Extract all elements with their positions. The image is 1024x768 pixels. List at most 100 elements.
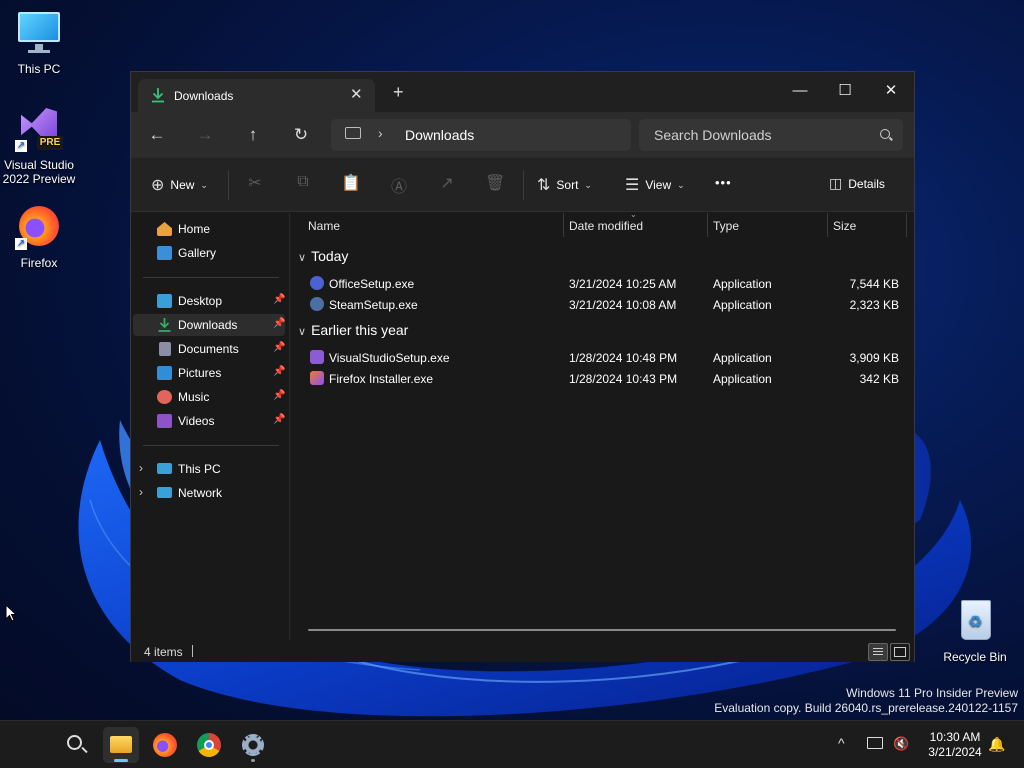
desktop-icon-visual-studio[interactable]: PRE ↗ Visual Studio 2022 Preview <box>0 106 78 186</box>
maximize-button[interactable]: ☐ <box>822 77 868 105</box>
clock[interactable]: 10:30 AM 3/21/2024 <box>918 730 992 760</box>
file-type: Application <box>713 372 772 386</box>
details-view-button[interactable] <box>868 643 888 661</box>
column-header-type[interactable]: Type <box>713 219 739 233</box>
copy-icon[interactable]: ⧉ <box>293 173 313 191</box>
group-label: Today <box>311 248 349 264</box>
more-options-button[interactable]: ••• <box>715 175 732 190</box>
view-button[interactable]: ☰ View ⌄ <box>625 175 685 195</box>
desktop-icon-recycle-bin[interactable]: ♻ Recycle Bin <box>936 598 1014 664</box>
running-indicator <box>251 759 255 762</box>
minimize-button[interactable]: — <box>777 77 823 105</box>
column-header-name[interactable]: Name <box>308 219 340 233</box>
sidebar-item-documents[interactable]: Documents 📌 <box>133 338 285 360</box>
music-icon <box>157 390 172 404</box>
pin-icon[interactable]: 📌 <box>273 294 285 305</box>
pin-icon[interactable]: 📌 <box>273 414 285 425</box>
sidebar-item-this-pc[interactable]: › This PC <box>133 458 285 480</box>
file-name: VisualStudioSetup.exe <box>329 351 450 365</box>
new-button[interactable]: ⊕ New ⌄ <box>151 175 208 195</box>
download-icon <box>150 87 166 103</box>
recycle-bin-icon: ♻ <box>951 598 999 646</box>
sort-button[interactable]: ⇅ Sort ⌄ <box>537 175 592 195</box>
sidebar-item-videos[interactable]: Videos 📌 <box>133 410 285 432</box>
sidebar-item-downloads[interactable]: Downloads 📌 <box>133 314 285 336</box>
sidebar-item-desktop[interactable]: Desktop 📌 <box>133 290 285 312</box>
file-row[interactable]: SteamSetup.exe 3/21/2024 10:08 AM Applic… <box>290 294 915 315</box>
file-row[interactable]: Firefox Installer.exe 1/28/2024 10:43 PM… <box>290 368 915 389</box>
paste-icon[interactable]: 📋 <box>341 173 361 193</box>
desktop-icon-firefox[interactable]: ↗ Firefox <box>0 204 78 270</box>
taskbar-file-explorer-button[interactable] <box>103 727 139 763</box>
network-status-icon[interactable] <box>867 737 883 749</box>
share-icon[interactable]: ↗ <box>437 173 457 193</box>
sidebar-item-home[interactable]: Home <box>133 218 285 240</box>
horizontal-scrollbar[interactable] <box>308 629 896 631</box>
search-icon-handle <box>81 746 88 754</box>
divider <box>523 170 524 200</box>
taskbar-settings-button[interactable] <box>235 727 271 763</box>
chevron-down-icon: ⌄ <box>200 179 208 190</box>
search-icon <box>880 129 890 139</box>
new-tab-button[interactable]: + <box>393 83 404 101</box>
cut-icon[interactable]: ✂ <box>245 173 265 193</box>
tab-close-button[interactable]: ✕ <box>350 85 363 103</box>
pin-icon[interactable]: 📌 <box>273 390 285 401</box>
chevron-down-icon: ⌄ <box>677 179 685 190</box>
address-bar[interactable]: › Downloads <box>331 119 631 151</box>
office-setup-icon <box>310 276 324 290</box>
desktop-icon-this-pc[interactable]: This PC <box>0 10 78 76</box>
sidebar-item-pictures[interactable]: Pictures 📌 <box>133 362 285 384</box>
refresh-button[interactable]: ↻ <box>289 124 313 148</box>
delete-icon[interactable]: 🗑 <box>485 173 505 193</box>
breadcrumb-downloads[interactable]: Downloads <box>405 127 474 143</box>
file-row[interactable]: VisualStudioSetup.exe 1/28/2024 10:48 PM… <box>290 347 915 368</box>
close-button[interactable]: ✕ <box>868 77 914 105</box>
divider <box>192 645 193 657</box>
column-divider[interactable] <box>906 213 907 237</box>
shortcut-arrow-icon: ↗ <box>15 238 27 250</box>
taskbar-firefox-button[interactable] <box>147 727 183 763</box>
sidebar-item-network[interactable]: › Network <box>133 482 285 504</box>
sidebar-item-music[interactable]: Music 📌 <box>133 386 285 408</box>
pin-icon[interactable]: 📌 <box>273 366 285 377</box>
command-bar: ⊕ New ⌄ ✂ ⧉ 📋 Ⓐ ↗ 🗑 ⇅ Sort ⌄ ☰ View ⌄ ••… <box>131 158 914 212</box>
file-row[interactable]: OfficeSetup.exe 3/21/2024 10:25 AM Appli… <box>290 273 915 294</box>
forward-button[interactable]: → <box>193 124 217 148</box>
file-date: 1/28/2024 10:43 PM <box>569 372 678 386</box>
taskbar-chrome-button[interactable] <box>191 727 227 763</box>
pin-icon[interactable]: 📌 <box>273 342 285 353</box>
column-divider[interactable] <box>707 213 708 237</box>
volume-muted-icon[interactable]: 🔇 <box>893 736 909 752</box>
file-date: 1/28/2024 10:48 PM <box>569 351 678 365</box>
group-header-today[interactable]: ∨ Today <box>298 248 348 264</box>
pin-icon[interactable]: 📌 <box>273 318 285 329</box>
desktop-icon-label: Visual Studio 2022 Preview <box>2 158 76 186</box>
computer-icon <box>345 127 361 139</box>
watermark-edition: Windows 11 Pro Insider Preview <box>846 686 1018 700</box>
show-hidden-icons-button[interactable]: ^ <box>838 735 845 751</box>
details-pane-button[interactable]: ◫ Details <box>829 175 885 192</box>
rename-icon[interactable]: Ⓐ <box>389 173 409 197</box>
details-pane-icon: ◫ <box>829 175 843 191</box>
group-header-earlier-this-year[interactable]: ∨ Earlier this year <box>298 322 408 338</box>
up-button[interactable]: ↑ <box>241 124 265 148</box>
large-icons-view-button[interactable] <box>890 643 910 661</box>
pre-badge: PRE <box>37 136 63 150</box>
search-box[interactable]: Search Downloads <box>639 119 903 151</box>
chevron-right-icon[interactable]: › <box>139 461 143 475</box>
file-size: 342 KB <box>859 372 899 386</box>
taskbar-search-button[interactable] <box>58 727 94 763</box>
large-icons-view-icon <box>894 647 906 657</box>
sidebar-item-gallery[interactable]: Gallery <box>133 242 285 264</box>
tab-downloads[interactable]: Downloads ✕ <box>138 79 375 112</box>
column-divider[interactable] <box>827 213 828 237</box>
column-header-size[interactable]: Size <box>833 219 856 233</box>
divider <box>228 170 229 200</box>
column-divider[interactable] <box>563 213 564 237</box>
column-header-date-modified[interactable]: Date modified <box>569 219 643 233</box>
back-button[interactable]: ← <box>145 124 169 148</box>
download-icon <box>157 318 172 332</box>
chevron-right-icon[interactable]: › <box>139 485 143 499</box>
notifications-bell-icon[interactable]: 🔔 <box>988 736 1005 753</box>
